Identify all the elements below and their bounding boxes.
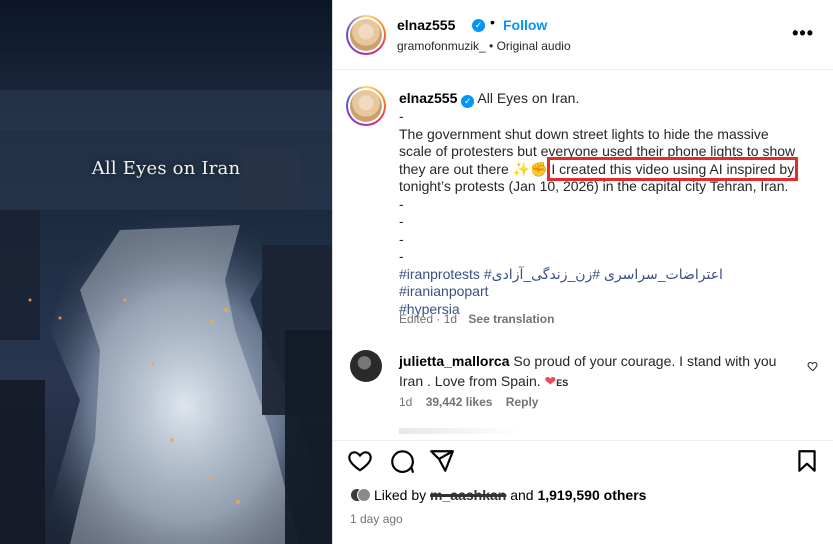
verified-icon: ✓ <box>472 19 485 32</box>
caption-avatar[interactable] <box>346 86 386 126</box>
caption-body: elnaz555 ✓ All Eyes on Iran. - The gover… <box>399 90 804 318</box>
others-count[interactable]: 1,919,590 others <box>537 487 646 503</box>
reply-button[interactable]: Reply <box>506 395 539 409</box>
caption-dash: - <box>399 230 404 247</box>
heart-icon[interactable] <box>347 448 373 474</box>
caption-dash: - <box>399 248 404 264</box>
post-header: elnaz555 ✓ • Follow gramofonmuzik_ • Ori… <box>333 0 833 70</box>
caption-text-continued: tonight’s protests (Jan 10, 2026) in the… <box>399 178 789 194</box>
caption-meta: Edited · 1d See translation <box>399 312 554 326</box>
audio-info[interactable]: gramofonmuzik_ • Original audio <box>397 39 571 53</box>
share-icon[interactable] <box>429 448 455 474</box>
comment-meta: 1d 39,442 likes Reply <box>399 395 548 409</box>
caption-username[interactable]: elnaz555 <box>399 90 457 106</box>
author-avatar[interactable] <box>346 15 386 55</box>
likes-summary: Liked by m_aashkan and 1,919,590 others <box>350 487 646 503</box>
commenter-avatar[interactable] <box>350 350 382 382</box>
caption-dash: - <box>399 195 404 212</box>
comment-likes[interactable]: 39,442 likes <box>426 395 493 409</box>
comment-item: julietta_mallorca So proud of your coura… <box>333 340 833 420</box>
hashtags[interactable]: #iranprotests #اعتراضات_سراسری #زن_زندگی… <box>399 266 804 301</box>
heart-emoji: ❤ <box>544 373 557 389</box>
follow-button[interactable]: Follow <box>503 17 547 33</box>
liked-by-user[interactable]: m_aashkan <box>430 487 506 503</box>
liker-avatars <box>350 487 371 503</box>
action-bar <box>333 440 833 480</box>
edited-time: Edited · 1d <box>399 312 458 326</box>
spain-flag: ES <box>556 378 569 388</box>
see-translation-link[interactable]: See translation <box>468 312 554 326</box>
post-panel: elnaz555 ✓ • Follow gramofonmuzik_ • Ori… <box>332 0 833 544</box>
post-time[interactable]: 1 day ago <box>350 512 403 526</box>
comment-icon[interactable] <box>389 448 415 474</box>
heart-icon[interactable] <box>807 360 819 372</box>
caption-emoji: ✨✊ <box>512 160 548 177</box>
more-icon[interactable]: ••• <box>792 23 814 44</box>
caption-dash: - <box>399 213 404 229</box>
post-caption: elnaz555 ✓ All Eyes on Iran. - The gover… <box>333 70 833 334</box>
bookmark-icon[interactable] <box>794 448 820 474</box>
caption-dash: - <box>399 108 404 124</box>
post-media[interactable]: All Eyes on Iran <box>0 0 332 544</box>
city-lights-image <box>0 0 332 544</box>
caption-title: All Eyes on Iran. <box>477 90 580 106</box>
next-comment-fade <box>399 428 519 434</box>
media-overlay-text: All Eyes on Iran <box>91 158 241 179</box>
and-label: and <box>510 487 534 503</box>
author-username[interactable]: elnaz555 <box>397 17 455 33</box>
highlighted-text: I created this video using AI inspired b… <box>547 156 799 181</box>
comment-text: julietta_mallorca So proud of your coura… <box>399 351 799 393</box>
liked-by-label: Liked by <box>374 487 427 503</box>
verified-icon: ✓ <box>461 95 475 108</box>
comment-age: 1d <box>399 395 413 409</box>
commenter-username[interactable]: julietta_mallorca <box>399 353 510 369</box>
separator-dot: • <box>490 14 495 30</box>
post-viewer: All Eyes on Iran elnaz555 ✓ • Follow gra… <box>0 0 833 544</box>
